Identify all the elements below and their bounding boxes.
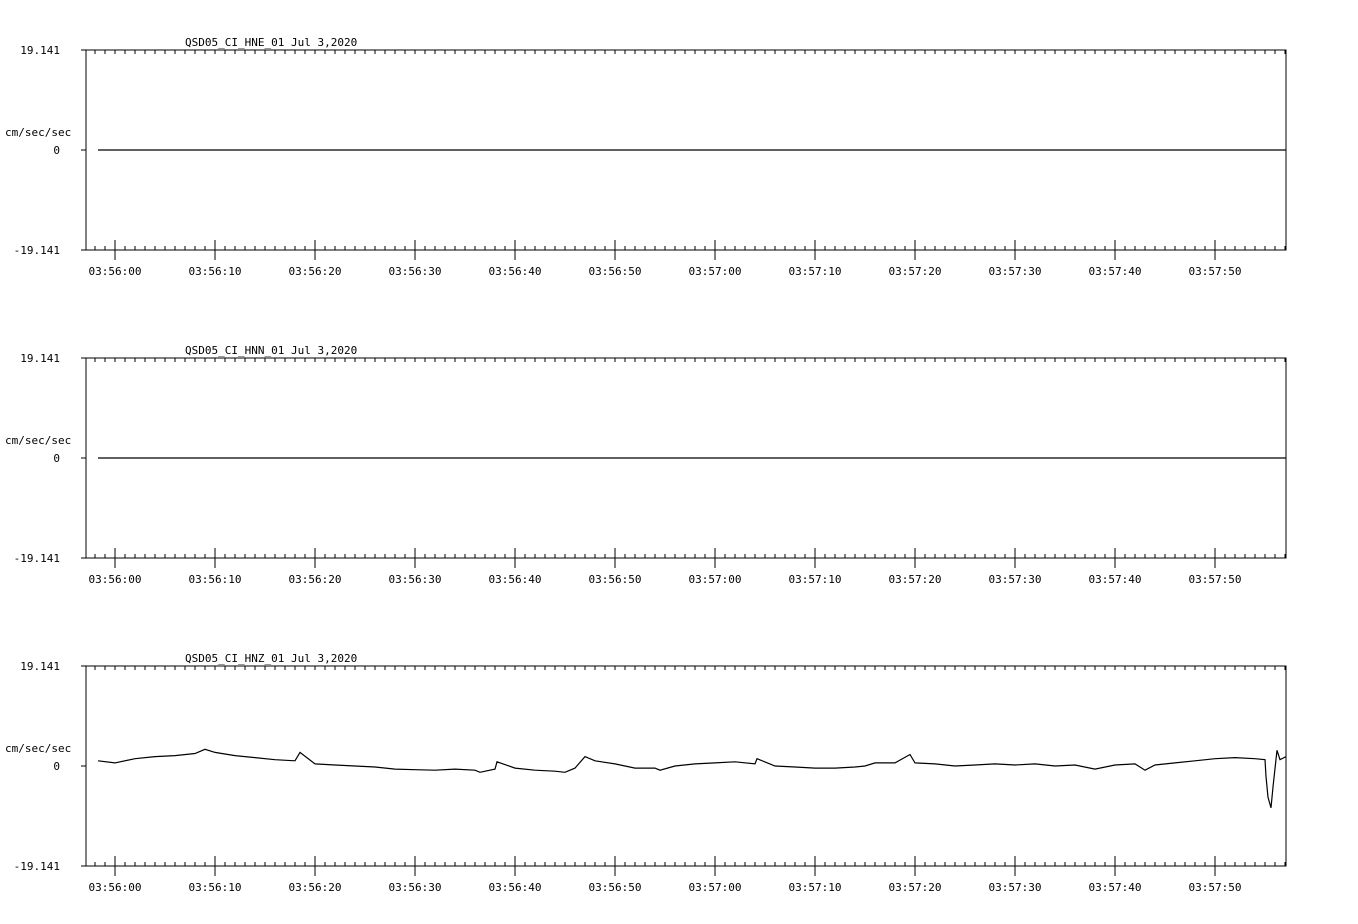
y-tick-label: 0 bbox=[53, 760, 60, 773]
x-tick-label: 03:56:00 bbox=[89, 265, 142, 278]
x-tick-label: 03:56:40 bbox=[489, 881, 542, 894]
x-tick-label: 03:56:40 bbox=[489, 265, 542, 278]
seismogram-figure: QSD05_CI_HNE_01 Jul 3,2020 cm/sec/sec 19.1… bbox=[5, 36, 1287, 894]
x-tick-label: 03:57:20 bbox=[889, 573, 942, 586]
y-tick-label: 19.141 bbox=[20, 352, 60, 365]
x-tick-label: 03:56:30 bbox=[389, 265, 442, 278]
x-tick-label: 03:57:10 bbox=[789, 881, 842, 894]
x-tick-label: 03:56:10 bbox=[189, 881, 242, 894]
x-tick-label: 03:56:30 bbox=[389, 881, 442, 894]
x-tick-label: 03:57:40 bbox=[1089, 573, 1142, 586]
panel-hnz: QSD05_CI_HNZ_01 Jul 3,2020 cm/sec/sec 19.1… bbox=[5, 652, 1287, 894]
x-tick-label: 03:57:30 bbox=[989, 265, 1042, 278]
x-tick-label: 03:56:40 bbox=[489, 573, 542, 586]
x-tick-label: 03:57:30 bbox=[989, 881, 1042, 894]
x-tick-label: 03:56:50 bbox=[589, 265, 642, 278]
x-tick-label: 03:56:20 bbox=[289, 265, 342, 278]
chart-title: QSD05_CI_HNN_01 Jul 3,2020 bbox=[185, 344, 357, 357]
x-tick-label: 03:57:10 bbox=[789, 573, 842, 586]
series-line bbox=[97, 748, 1287, 808]
panel-hne: QSD05_CI_HNE_01 Jul 3,2020 cm/sec/sec 19.1… bbox=[5, 36, 1287, 278]
y-axis-label: cm/sec/sec bbox=[5, 742, 71, 755]
y-tick-label: -19.141 bbox=[14, 244, 60, 257]
x-tick-label: 03:57:40 bbox=[1089, 265, 1142, 278]
x-tick-label: 03:57:50 bbox=[1189, 881, 1242, 894]
x-tick-label: 03:56:20 bbox=[289, 573, 342, 586]
chart-title: QSD05_CI_HNZ_01 Jul 3,2020 bbox=[185, 652, 357, 665]
x-tick-label: 03:56:10 bbox=[189, 265, 242, 278]
x-tick-label: 03:57:20 bbox=[889, 265, 942, 278]
y-tick-label: 0 bbox=[53, 452, 60, 465]
y-tick-label: -19.141 bbox=[14, 552, 60, 565]
x-tick-label: 03:56:20 bbox=[289, 881, 342, 894]
x-tick-label: 03:57:30 bbox=[989, 573, 1042, 586]
y-axis-label: cm/sec/sec bbox=[5, 126, 71, 139]
x-tick-label: 03:57:00 bbox=[689, 881, 742, 894]
y-tick-label: 0 bbox=[53, 144, 60, 157]
x-tick-label: 03:57:50 bbox=[1189, 265, 1242, 278]
plot-frame bbox=[85, 665, 1287, 867]
x-tick-label: 03:57:00 bbox=[689, 573, 742, 586]
x-tick-label: 03:56:30 bbox=[389, 573, 442, 586]
y-axis-label: cm/sec/sec bbox=[5, 434, 71, 447]
x-tick-label: 03:56:50 bbox=[589, 881, 642, 894]
panel-hnn: QSD05_CI_HNN_01 Jul 3,2020 cm/sec/sec 19.1… bbox=[5, 344, 1287, 586]
y-tick-label: 19.141 bbox=[20, 44, 60, 57]
y-tick-label: -19.141 bbox=[14, 860, 60, 873]
x-tick-label: 03:57:50 bbox=[1189, 573, 1242, 586]
x-tick-label: 03:57:40 bbox=[1089, 881, 1142, 894]
x-tick-label: 03:56:50 bbox=[589, 573, 642, 586]
x-tick-label: 03:57:20 bbox=[889, 881, 942, 894]
x-tick-label: 03:56:10 bbox=[189, 573, 242, 586]
x-tick-label: 03:57:10 bbox=[789, 265, 842, 278]
x-tick-label: 03:57:00 bbox=[689, 265, 742, 278]
x-tick-label: 03:56:00 bbox=[89, 881, 142, 894]
chart-title: QSD05_CI_HNE_01 Jul 3,2020 bbox=[185, 36, 357, 49]
x-tick-label: 03:56:00 bbox=[89, 573, 142, 586]
y-tick-label: 19.141 bbox=[20, 660, 60, 673]
